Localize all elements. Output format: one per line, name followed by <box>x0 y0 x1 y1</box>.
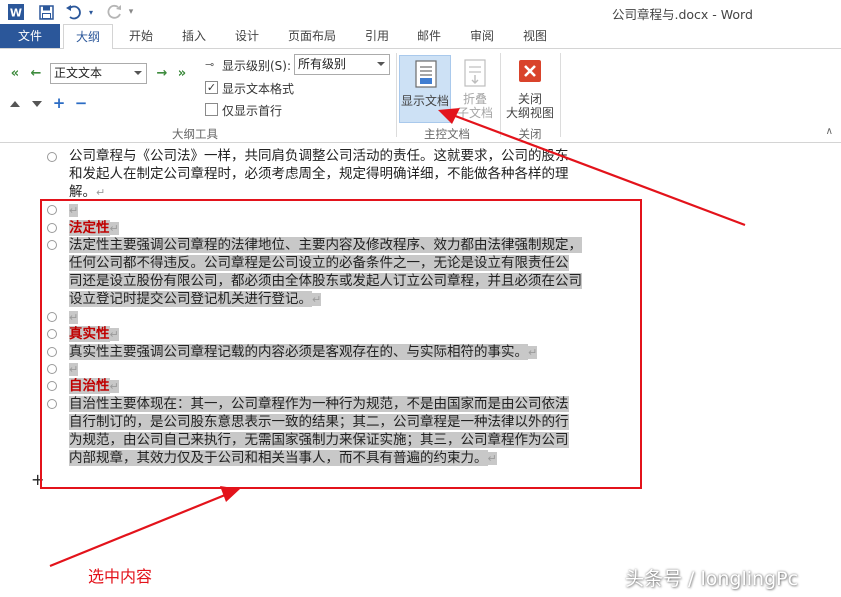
chevron-down-icon <box>134 71 142 75</box>
close-label-1: 关闭 <box>517 92 542 106</box>
tab-file[interactable]: 文件 <box>0 24 60 48</box>
watermark: 头条号 / longlingPc <box>625 568 799 590</box>
show-document-label: 显示文档 <box>400 94 449 108</box>
tab-insert[interactable]: 插入 <box>171 24 217 48</box>
master-doc-group-label: 主控文档 <box>424 127 470 141</box>
selection-highlight-box <box>40 199 642 489</box>
collapse-label-1: 折叠 <box>462 92 487 106</box>
intro-line-3-text: 解。 <box>69 184 96 200</box>
ribbon: « ← 正文文本 → » + − ⊸ 显示级别(S): 所有级别 ✓ 显示文本格… <box>0 48 841 143</box>
close-label-2: 大纲视图 <box>505 106 554 120</box>
ribbon-tabs: 文件 大纲 开始 插入 设计 页面布局 引用 邮件 审阅 视图 <box>0 24 841 49</box>
outline-bullet[interactable] <box>47 152 57 162</box>
tab-home[interactable]: 开始 <box>118 24 164 48</box>
collapse-label-2: 子文档 <box>456 106 493 120</box>
group-separator <box>500 53 501 137</box>
tab-page-layout[interactable]: 页面布局 <box>281 24 343 48</box>
tab-outline[interactable]: 大纲 <box>63 24 113 49</box>
show-text-format-checkbox[interactable]: ✓ <box>205 81 218 94</box>
promote-icon[interactable]: ← <box>28 65 44 81</box>
show-level-dropdown[interactable]: 所有级别 <box>294 54 390 75</box>
collapse-subdocuments-icon <box>464 59 486 90</box>
show-first-line-label: 仅显示首行 <box>222 104 283 118</box>
outline-level-dropdown[interactable]: 正文文本 <box>50 63 147 84</box>
arrow-to-selection <box>49 491 231 568</box>
intro-line-2: 和发起人在制定公司章程时，必须考虑周全，规定得明确详细，不能做各种各样的理 <box>69 166 569 182</box>
intro-line-1: 公司章程与《公司法》一样，共同肩负调整公司活动的责任。这就要求，公司的股东 <box>69 148 569 164</box>
undo-dropdown-icon[interactable]: ▾ <box>86 3 96 21</box>
show-text-format-label: 显示文本格式 <box>222 82 295 96</box>
show-level-value: 所有级别 <box>298 57 347 71</box>
customize-toolbar-icon[interactable]: ▾ <box>126 3 136 21</box>
tab-view[interactable]: 视图 <box>512 24 558 48</box>
chevron-down-icon <box>377 62 385 66</box>
close-group-label: 关闭 <box>518 127 542 141</box>
word-icon: W <box>8 3 24 21</box>
annotation-label: 选中内容 <box>88 567 153 586</box>
redo-icon <box>106 3 124 21</box>
demote-icon[interactable]: → <box>154 65 170 81</box>
collapse-ribbon-icon[interactable]: ∧ <box>826 126 833 137</box>
move-down-icon[interactable] <box>32 101 42 107</box>
tab-references[interactable]: 引用 <box>354 24 400 48</box>
tab-design[interactable]: 设计 <box>224 24 270 48</box>
expand-icon[interactable]: + <box>52 96 66 111</box>
window-title: 公司章程与.docx - Word <box>612 7 753 22</box>
move-up-icon[interactable] <box>10 101 20 107</box>
collapse-subdocuments-button: 折叠 子文档 <box>452 55 498 123</box>
paragraph-mark-icon: ↵ <box>96 186 106 199</box>
save-icon[interactable] <box>37 3 55 21</box>
outline-tools-group-label: 大纲工具 <box>172 127 218 141</box>
show-level-label: 显示级别(S): <box>222 59 292 73</box>
show-first-line-checkbox[interactable] <box>205 103 218 116</box>
close-outline-view-icon <box>519 60 541 85</box>
title-bar: W ▾ ▾ 公司章程与.docx - Word <box>0 0 841 24</box>
close-outline-view-button[interactable]: 关闭 大纲视图 <box>502 55 558 123</box>
svg-text:W: W <box>10 7 22 20</box>
show-document-button[interactable]: 显示文档 <box>399 55 451 123</box>
tab-review[interactable]: 审阅 <box>459 24 505 48</box>
group-separator <box>396 53 397 137</box>
collapse-icon[interactable]: − <box>74 96 88 111</box>
promote-to-heading-icon[interactable]: « <box>7 65 23 81</box>
outline-level-value: 正文文本 <box>54 66 103 80</box>
tab-mailings[interactable]: 邮件 <box>406 24 452 48</box>
show-document-icon <box>415 60 437 91</box>
undo-icon[interactable] <box>64 3 84 21</box>
group-separator <box>560 53 561 137</box>
demote-to-body-icon[interactable]: » <box>174 65 190 81</box>
show-level-icon: ⊸ <box>205 58 215 71</box>
